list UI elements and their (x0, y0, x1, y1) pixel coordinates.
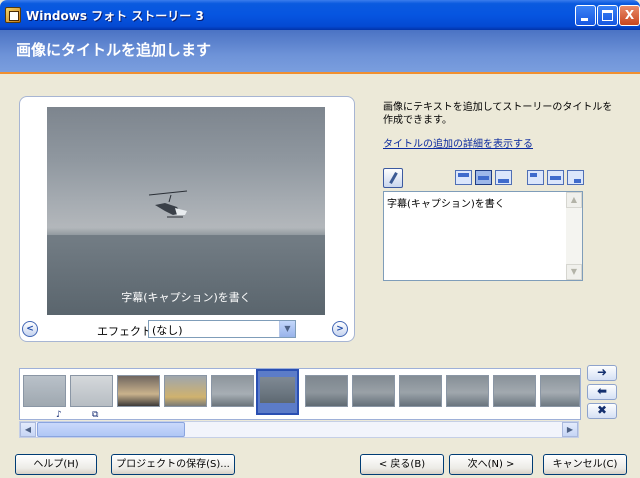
photo-preview: 字幕(キャプション)を書く (47, 107, 325, 315)
window-title: Windows フォト ストーリー 3 (26, 9, 204, 23)
filmstrip-thumb[interactable] (117, 375, 160, 407)
filmstrip-thumb[interactable] (446, 375, 489, 407)
scrollbar-thumb[interactable] (37, 422, 185, 437)
close-icon: X (624, 8, 635, 22)
help-button[interactable]: ヘルプ(H) (15, 454, 97, 475)
delete-icon: ✖ (596, 403, 608, 417)
position-top-button[interactable] (455, 170, 472, 185)
font-button[interactable] (383, 168, 403, 188)
next-button[interactable]: 次へ(N) > (449, 454, 533, 475)
caption-scrollbar[interactable]: ▲ ▼ (566, 192, 582, 280)
description-text: 画像にテキストを追加してストーリーのタイトルを作成できます。 (383, 102, 613, 126)
scroll-down-icon[interactable]: ▼ (566, 264, 582, 280)
arrow-left-icon: < (26, 324, 34, 334)
close-button[interactable]: X (619, 5, 640, 26)
position-bottom-button[interactable] (495, 170, 512, 185)
minimize-icon (581, 18, 588, 21)
maximize-icon (602, 10, 613, 21)
caption-overlay-text: 字幕(キャプション)を書く (121, 291, 251, 304)
filmstrip-thumb[interactable] (493, 375, 536, 407)
filmstrip-thumb-selected[interactable] (256, 369, 299, 415)
arrow-right-icon: > (336, 324, 344, 334)
filmstrip-scrollbar[interactable]: ◀ ▶ (19, 421, 579, 438)
scroll-up-icon[interactable]: ▲ (566, 192, 582, 208)
page-title: 画像にタイトルを追加します (16, 41, 212, 59)
move-left-button[interactable]: ⬅ (587, 384, 617, 400)
wizard-header: 画像にタイトルを追加します (0, 30, 640, 74)
filmstrip-thumb[interactable] (164, 375, 207, 407)
align-left-button[interactable] (527, 170, 544, 185)
helicopter-image (148, 190, 188, 218)
remove-button[interactable]: ✖ (587, 403, 617, 419)
next-photo-button[interactable]: > (332, 321, 348, 337)
transition-icon: ⧉ (92, 410, 99, 420)
filmstrip-thumb[interactable] (399, 375, 442, 407)
position-middle-button[interactable] (475, 170, 492, 185)
move-right-button[interactable]: ➜ (587, 365, 617, 381)
main-content: 字幕(キャプション)を書く < > エフェクト(E): (なし) ▼ 画像にテキ… (0, 76, 640, 478)
filmstrip-thumb[interactable] (23, 375, 66, 407)
scroll-left-icon[interactable]: ◀ (20, 422, 36, 437)
scroll-right-icon[interactable]: ▶ (562, 422, 578, 437)
align-center-button[interactable] (547, 170, 564, 185)
filmstrip-thumb[interactable] (352, 375, 395, 407)
title-bar: Windows フォト ストーリー 3 X (0, 0, 640, 30)
filmstrip-thumb[interactable] (540, 375, 580, 407)
filmstrip-thumb[interactable] (211, 375, 254, 407)
align-right-button[interactable] (567, 170, 584, 185)
filmstrip: ♪ ⧉ (19, 368, 581, 420)
caption-textarea[interactable]: 字幕(キャプション)を書く ▲ ▼ (383, 191, 583, 281)
music-note-icon: ♪ (56, 410, 62, 420)
save-project-button[interactable]: プロジェクトの保存(S)... (111, 454, 235, 475)
previous-photo-button[interactable]: < (22, 321, 38, 337)
filmstrip-thumb[interactable] (70, 375, 113, 407)
filmstrip-thumb[interactable] (305, 375, 348, 407)
preview-panel: 字幕(キャプション)を書く (19, 96, 355, 342)
caption-input-text: 字幕(キャプション)を書く (387, 199, 505, 210)
chevron-down-icon[interactable]: ▼ (279, 321, 295, 337)
arrow-left-icon: ⬅ (596, 384, 608, 398)
maximize-button[interactable] (597, 5, 618, 26)
arrow-right-icon: ➜ (596, 365, 608, 379)
title-help-link[interactable]: タイトルの追加の詳細を表示する (383, 135, 533, 150)
app-icon (5, 7, 21, 23)
effect-dropdown[interactable]: (なし) ▼ (148, 320, 296, 338)
effect-value: (なし) (152, 324, 183, 337)
minimize-button[interactable] (575, 5, 596, 26)
back-button[interactable]: < 戻る(B) (360, 454, 444, 475)
cancel-button[interactable]: キャンセル(C) (543, 454, 627, 475)
